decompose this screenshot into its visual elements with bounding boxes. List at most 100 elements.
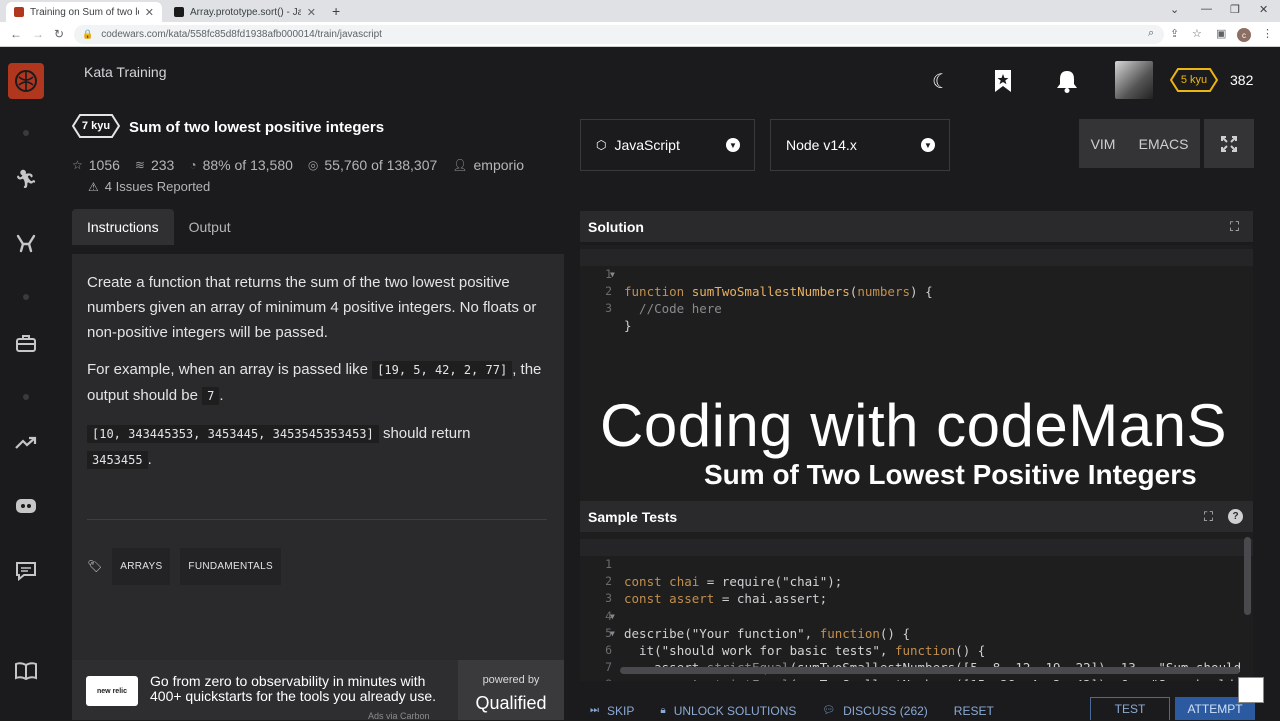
warning-icon: ⚠ <box>88 179 99 194</box>
expand-icon <box>1221 135 1237 152</box>
chat-nav-icon[interactable] <box>14 559 38 583</box>
stars-count: 1056 <box>88 157 120 173</box>
codewars-favicon-icon <box>14 7 24 17</box>
language-value: JavaScript <box>614 137 680 153</box>
completed-value: 55,760 <box>324 157 368 173</box>
code-line: 1 const chai = require("chai"); <box>580 539 1253 589</box>
qualified-sponsor[interactable]: powered by Qualified <box>458 660 564 720</box>
kata-stats: ☆ 1056 ≋ 233 ◔ 88% of 13,580 ◎ 55,760 of 138… <box>72 157 539 173</box>
practice-nav-icon[interactable] <box>14 231 38 255</box>
unlock-label: UNLOCK SOLUTIONS <box>673 703 797 718</box>
sample-tests-title: Sample Tests <box>588 508 678 525</box>
tab-search-chevron-icon[interactable]: ⌄ <box>1170 3 1179 16</box>
tab-instructions[interactable]: Instructions <box>72 209 174 245</box>
tab-output[interactable]: Output <box>174 209 246 245</box>
nav-divider-dot <box>23 294 29 300</box>
unlock-solutions-button[interactable]: 🔒︎ UNLOCK SOLUTIONS <box>660 704 796 718</box>
back-icon[interactable]: ← <box>10 27 22 41</box>
briefcase-nav-icon[interactable] <box>14 331 38 355</box>
description-tabs: Instructions Output <box>72 209 246 245</box>
author-name: emporio <box>473 157 525 173</box>
target-icon: ◎ <box>307 158 319 172</box>
user-icon: 👤︎ <box>452 158 468 172</box>
runtime-select[interactable]: Node v14.x ▼ <box>770 119 950 171</box>
new-relic-logo: new relic <box>86 676 138 706</box>
browser-tab-codewars[interactable]: Training on Sum of two lowest p ✕ <box>6 2 162 22</box>
minimize-icon[interactable]: — <box>1201 3 1212 15</box>
nav-divider-dot <box>23 394 29 400</box>
expand-solution-icon[interactable]: ⛶ <box>1230 219 1239 235</box>
tests-vertical-scrollbar[interactable] <box>1244 537 1251 615</box>
reload-icon[interactable]: ↻ <box>54 27 64 41</box>
example2-text: should return <box>382 425 471 442</box>
new-tab-button[interactable]: + <box>332 3 340 19</box>
chevron-down-icon: ▼ <box>726 138 740 152</box>
stack-icon: ≋ <box>134 158 145 172</box>
issues-reported[interactable]: ⚠ 4 Issues Reported <box>88 179 210 194</box>
star-icon: ☆ <box>72 158 83 172</box>
codewars-logo-icon[interactable] <box>8 63 44 99</box>
tag-fundamentals[interactable]: FUNDAMENTALS <box>180 548 281 585</box>
zoom-icon[interactable]: ⌕ <box>1148 27 1154 40</box>
ad-text[interactable]: Go from zero to observability in minutes… <box>150 674 450 704</box>
solution-title: Solution <box>588 218 644 235</box>
stars-stat[interactable]: ☆ 1056 <box>72 157 120 173</box>
vim-mode-button[interactable]: VIM <box>1091 136 1116 152</box>
solution-header: Solution ⛶ <box>580 211 1253 242</box>
help-icon[interactable]: ? <box>1228 509 1243 524</box>
url-input[interactable]: 🔒 codewars.com/kata/558fc85d8fd1938afb00… <box>74 25 1164 44</box>
notifications-bell-icon[interactable] <box>1056 69 1078 99</box>
carbon-ad[interactable]: new relic Go from zero to observability … <box>72 660 564 721</box>
comments-icon: 💬︎ <box>822 705 836 716</box>
codewars-app: 🏃︎ Kata Training ☾ 5 kyu 382 7 kyu Sum o… <box>0 47 1280 721</box>
discord-nav-icon[interactable] <box>14 495 38 519</box>
forward-icon[interactable]: → <box>32 27 44 41</box>
expand-tests-icon[interactable]: ⛶ <box>1204 509 1213 525</box>
gauge-icon: ◔ <box>189 158 197 172</box>
language-select[interactable]: ⬡ JavaScript ▼ <box>580 119 755 171</box>
emacs-mode-button[interactable]: EMACS <box>1139 136 1189 152</box>
dark-mode-moon-icon[interactable]: ☾ <box>932 69 950 94</box>
browser-profile-avatar[interactable]: c <box>1237 28 1251 42</box>
code-line: 4 ▼ describe("Your function", function() … <box>580 591 1253 641</box>
close-tab-icon[interactable]: ✕ <box>307 6 316 19</box>
tag-arrays[interactable]: ARRAYS <box>112 548 171 585</box>
kata-rank-label: 7 kyu <box>81 120 111 132</box>
section-title: Kata Training <box>84 64 167 80</box>
lock-icon: 🔒 <box>82 29 94 39</box>
close-window-icon[interactable]: ✕ <box>1259 3 1268 16</box>
training-nav-icon[interactable]: 🏃︎ <box>14 167 38 191</box>
qualified-logo: Qualified <box>475 693 547 713</box>
restore-icon[interactable]: ❐ <box>1230 3 1240 16</box>
trending-nav-icon[interactable] <box>14 431 38 455</box>
user-avatar[interactable] <box>1115 61 1153 99</box>
bookmarks-icon[interactable] <box>993 69 1013 99</box>
author-stat[interactable]: 👤︎ emporio <box>452 157 524 173</box>
code-text: assert.strictEqual(sumTwoSmallestNumbers… <box>624 676 1234 681</box>
close-tab-icon[interactable]: ✕ <box>145 6 154 19</box>
sample-tests-editor[interactable]: 1 const chai = require("chai"); 2 const … <box>580 535 1253 681</box>
tests-horizontal-scrollbar[interactable] <box>620 667 1240 674</box>
javascript-icon: ⬡ <box>596 138 607 152</box>
code-line: 2 //Code here <box>580 266 1253 316</box>
docs-nav-icon[interactable] <box>14 659 38 683</box>
browser-tab-mdn[interactable]: Array.prototype.sort() - JavaScrip ✕ <box>166 2 324 22</box>
address-bar: ← → ↻ 🔒 codewars.com/kata/558fc85d8fd193… <box>0 22 1280 47</box>
browser-menu-icon[interactable]: ⋮ <box>1262 27 1273 40</box>
browser-tab-label: Training on Sum of two lowest p <box>30 6 139 18</box>
reset-button[interactable]: RESET <box>954 704 994 718</box>
fullscreen-button[interactable] <box>1204 119 1254 168</box>
test-button[interactable]: TEST <box>1090 697 1170 720</box>
powered-by-label: powered by <box>482 674 540 686</box>
sidebar-icon[interactable]: ▣ <box>1216 27 1226 40</box>
bookmark-star-icon[interactable]: ☆ <box>1192 27 1202 40</box>
user-rank-badge: 5 kyu <box>1170 68 1218 92</box>
collections-stat[interactable]: ≋ 233 <box>135 157 174 173</box>
share-icon[interactable]: ⇪ <box>1170 27 1179 40</box>
tag-icon: 🏷︎ <box>87 559 103 573</box>
skip-button[interactable]: ⏭ SKIP <box>590 704 634 718</box>
discuss-button[interactable]: 💬︎ DISCUSS (262) <box>822 704 927 718</box>
example-text: . <box>219 387 224 404</box>
code-line: 1 ▼ function sumTwoSmallestNumbers(number… <box>580 249 1253 299</box>
mdn-favicon-icon <box>174 7 184 17</box>
